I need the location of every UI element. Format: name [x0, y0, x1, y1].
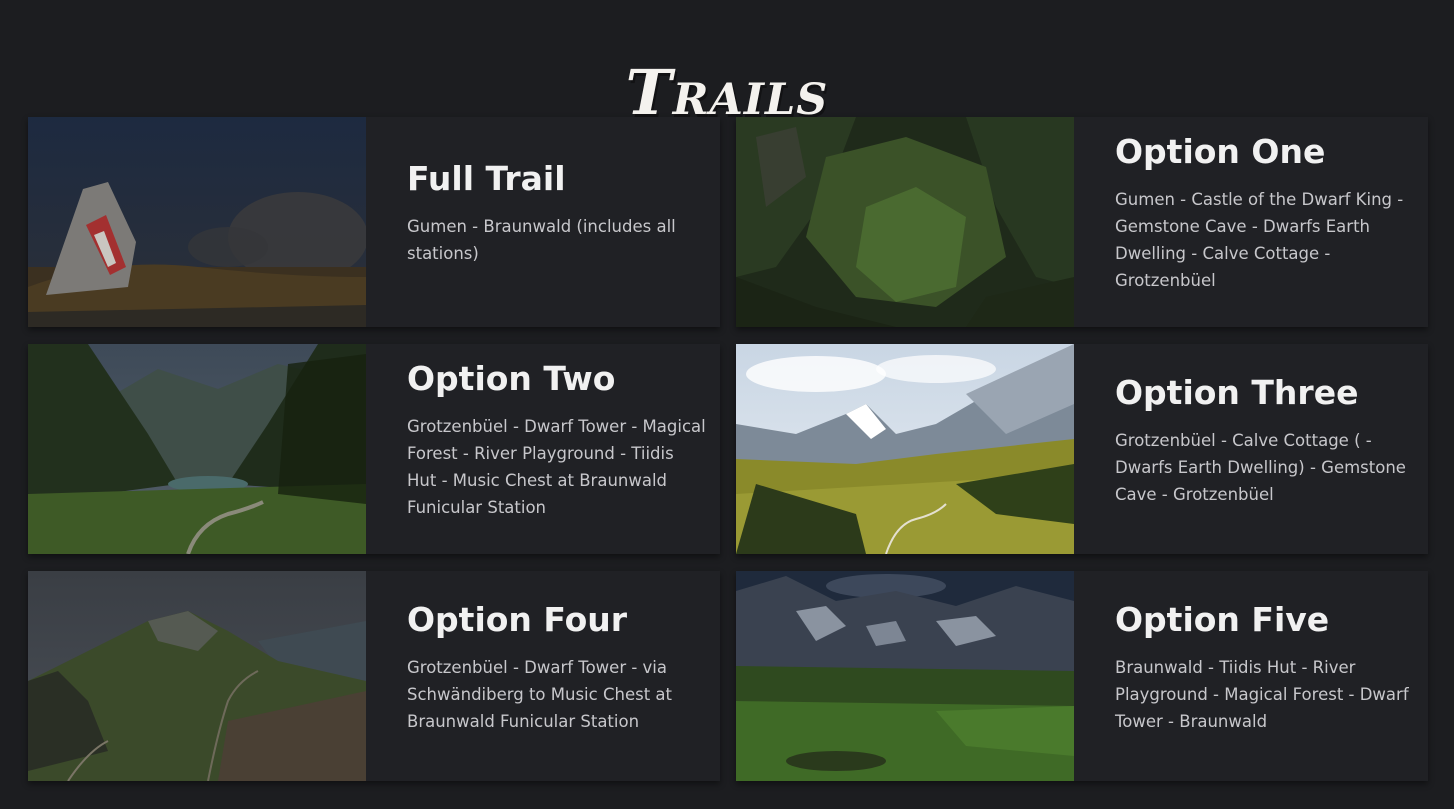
trail-card-option-three[interactable]: Option Three Grotzenbüel - Calve Cottage…	[736, 344, 1428, 554]
trail-card-option-five[interactable]: Option Five Braunwald - Tiidis Hut - Riv…	[736, 571, 1428, 781]
trail-card-text: Option Three Grotzenbüel - Calve Cottage…	[1115, 344, 1415, 554]
trail-description: Grotzenbüel - Calve Cottage ( - Dwarfs E…	[1115, 431, 1406, 505]
trail-title: Option Two	[407, 359, 616, 398]
trail-card-option-two[interactable]: Option Two Grotzenbüel - Dwarf Tower - M…	[28, 344, 720, 554]
trail-title: Full Trail	[407, 159, 566, 198]
trail-title: Option Four	[407, 600, 628, 639]
trail-description: Grotzenbüel - Dwarf Tower - via Schwändi…	[407, 658, 672, 732]
trail-description: Grotzenbüel - Dwarf Tower - Magical Fore…	[407, 417, 706, 518]
trail-title: Option Five	[1115, 600, 1330, 639]
trail-description: Braunwald - Tiidis Hut - River Playgroun…	[1115, 658, 1409, 732]
trail-photo	[28, 571, 366, 781]
trail-description: Gumen - Braunwald (includes all stations…	[407, 217, 676, 264]
trail-photo	[736, 571, 1074, 781]
trail-photo	[28, 117, 366, 327]
trail-card-option-four[interactable]: Option Four Grotzenbüel - Dwarf Tower - …	[28, 571, 720, 781]
trail-card-text: Option Four Grotzenbüel - Dwarf Tower - …	[407, 571, 707, 781]
trail-card-text: Option Two Grotzenbüel - Dwarf Tower - M…	[407, 344, 707, 554]
trail-photo	[28, 344, 366, 554]
trail-title: Option Three	[1115, 373, 1359, 412]
trail-card-text: Option One Gumen - Castle of the Dwarf K…	[1115, 117, 1415, 327]
trail-card-option-one[interactable]: Option One Gumen - Castle of the Dwarf K…	[736, 117, 1428, 327]
trail-description: Gumen - Castle of the Dwarf King - Gemst…	[1115, 190, 1404, 291]
trail-card-text: Full Trail Gumen - Braunwald (includes a…	[407, 117, 707, 327]
trail-card-full-trail[interactable]: Full Trail Gumen - Braunwald (includes a…	[28, 117, 720, 327]
trail-title: Option One	[1115, 132, 1326, 171]
trail-photo	[736, 344, 1074, 554]
trail-card-text: Option Five Braunwald - Tiidis Hut - Riv…	[1115, 571, 1415, 781]
page-title: Trails	[625, 55, 829, 129]
trail-photo	[736, 117, 1074, 327]
